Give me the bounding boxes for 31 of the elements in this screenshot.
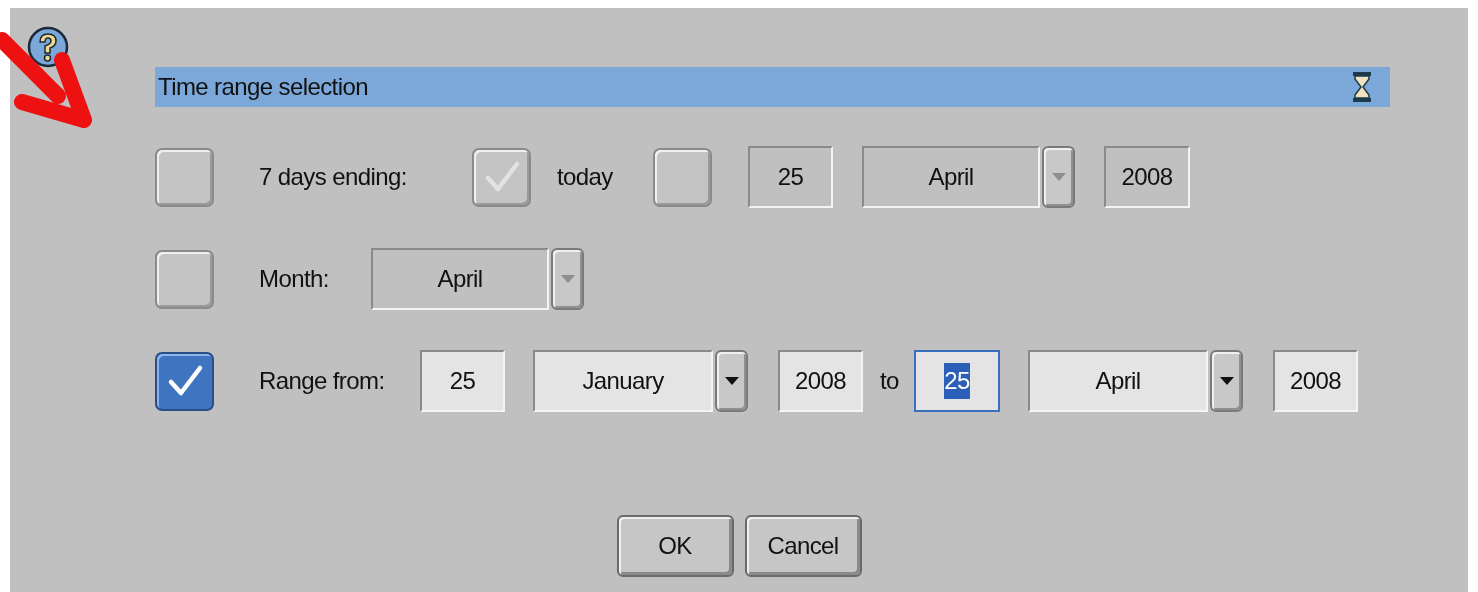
dropdown[interactable]: January [533,350,713,412]
checkbox[interactable] [155,351,214,411]
input-field[interactable]: 2008 [1273,350,1358,412]
option-label: Range from: [259,366,386,396]
help-icon[interactable] [26,25,70,69]
input-field[interactable]: 2008 [1104,146,1190,208]
dropdown[interactable]: April [1028,350,1208,412]
option-label: 7 days ending: [259,162,408,192]
dropdown-arrow-button[interactable] [1210,350,1243,412]
checkbox[interactable] [653,147,712,207]
hourglass-icon [1352,71,1372,103]
dropdown[interactable]: April [862,146,1040,208]
dialog-button[interactable]: Cancel [744,515,862,577]
checkbox[interactable] [472,147,531,207]
caret-icon [560,275,575,283]
dropdown-arrow-button[interactable] [715,350,748,412]
option-label: Month: [259,264,330,294]
caret-icon [1051,173,1066,181]
dropdown[interactable]: April [371,248,549,310]
caret-icon [1219,377,1234,385]
input-field[interactable]: 25 [914,350,1000,412]
checkbox-label: today [557,162,614,192]
input-field[interactable]: 25 [748,146,833,208]
checkbox[interactable] [155,147,214,207]
dialog-title: Time range selection [158,72,368,102]
caret-icon [724,377,739,385]
input-field[interactable]: 2008 [778,350,863,412]
input-field[interactable]: 25 [420,350,505,412]
dialog-button[interactable]: OK [616,515,734,577]
range-separator-label: to [880,366,900,396]
checkbox[interactable] [155,249,214,309]
